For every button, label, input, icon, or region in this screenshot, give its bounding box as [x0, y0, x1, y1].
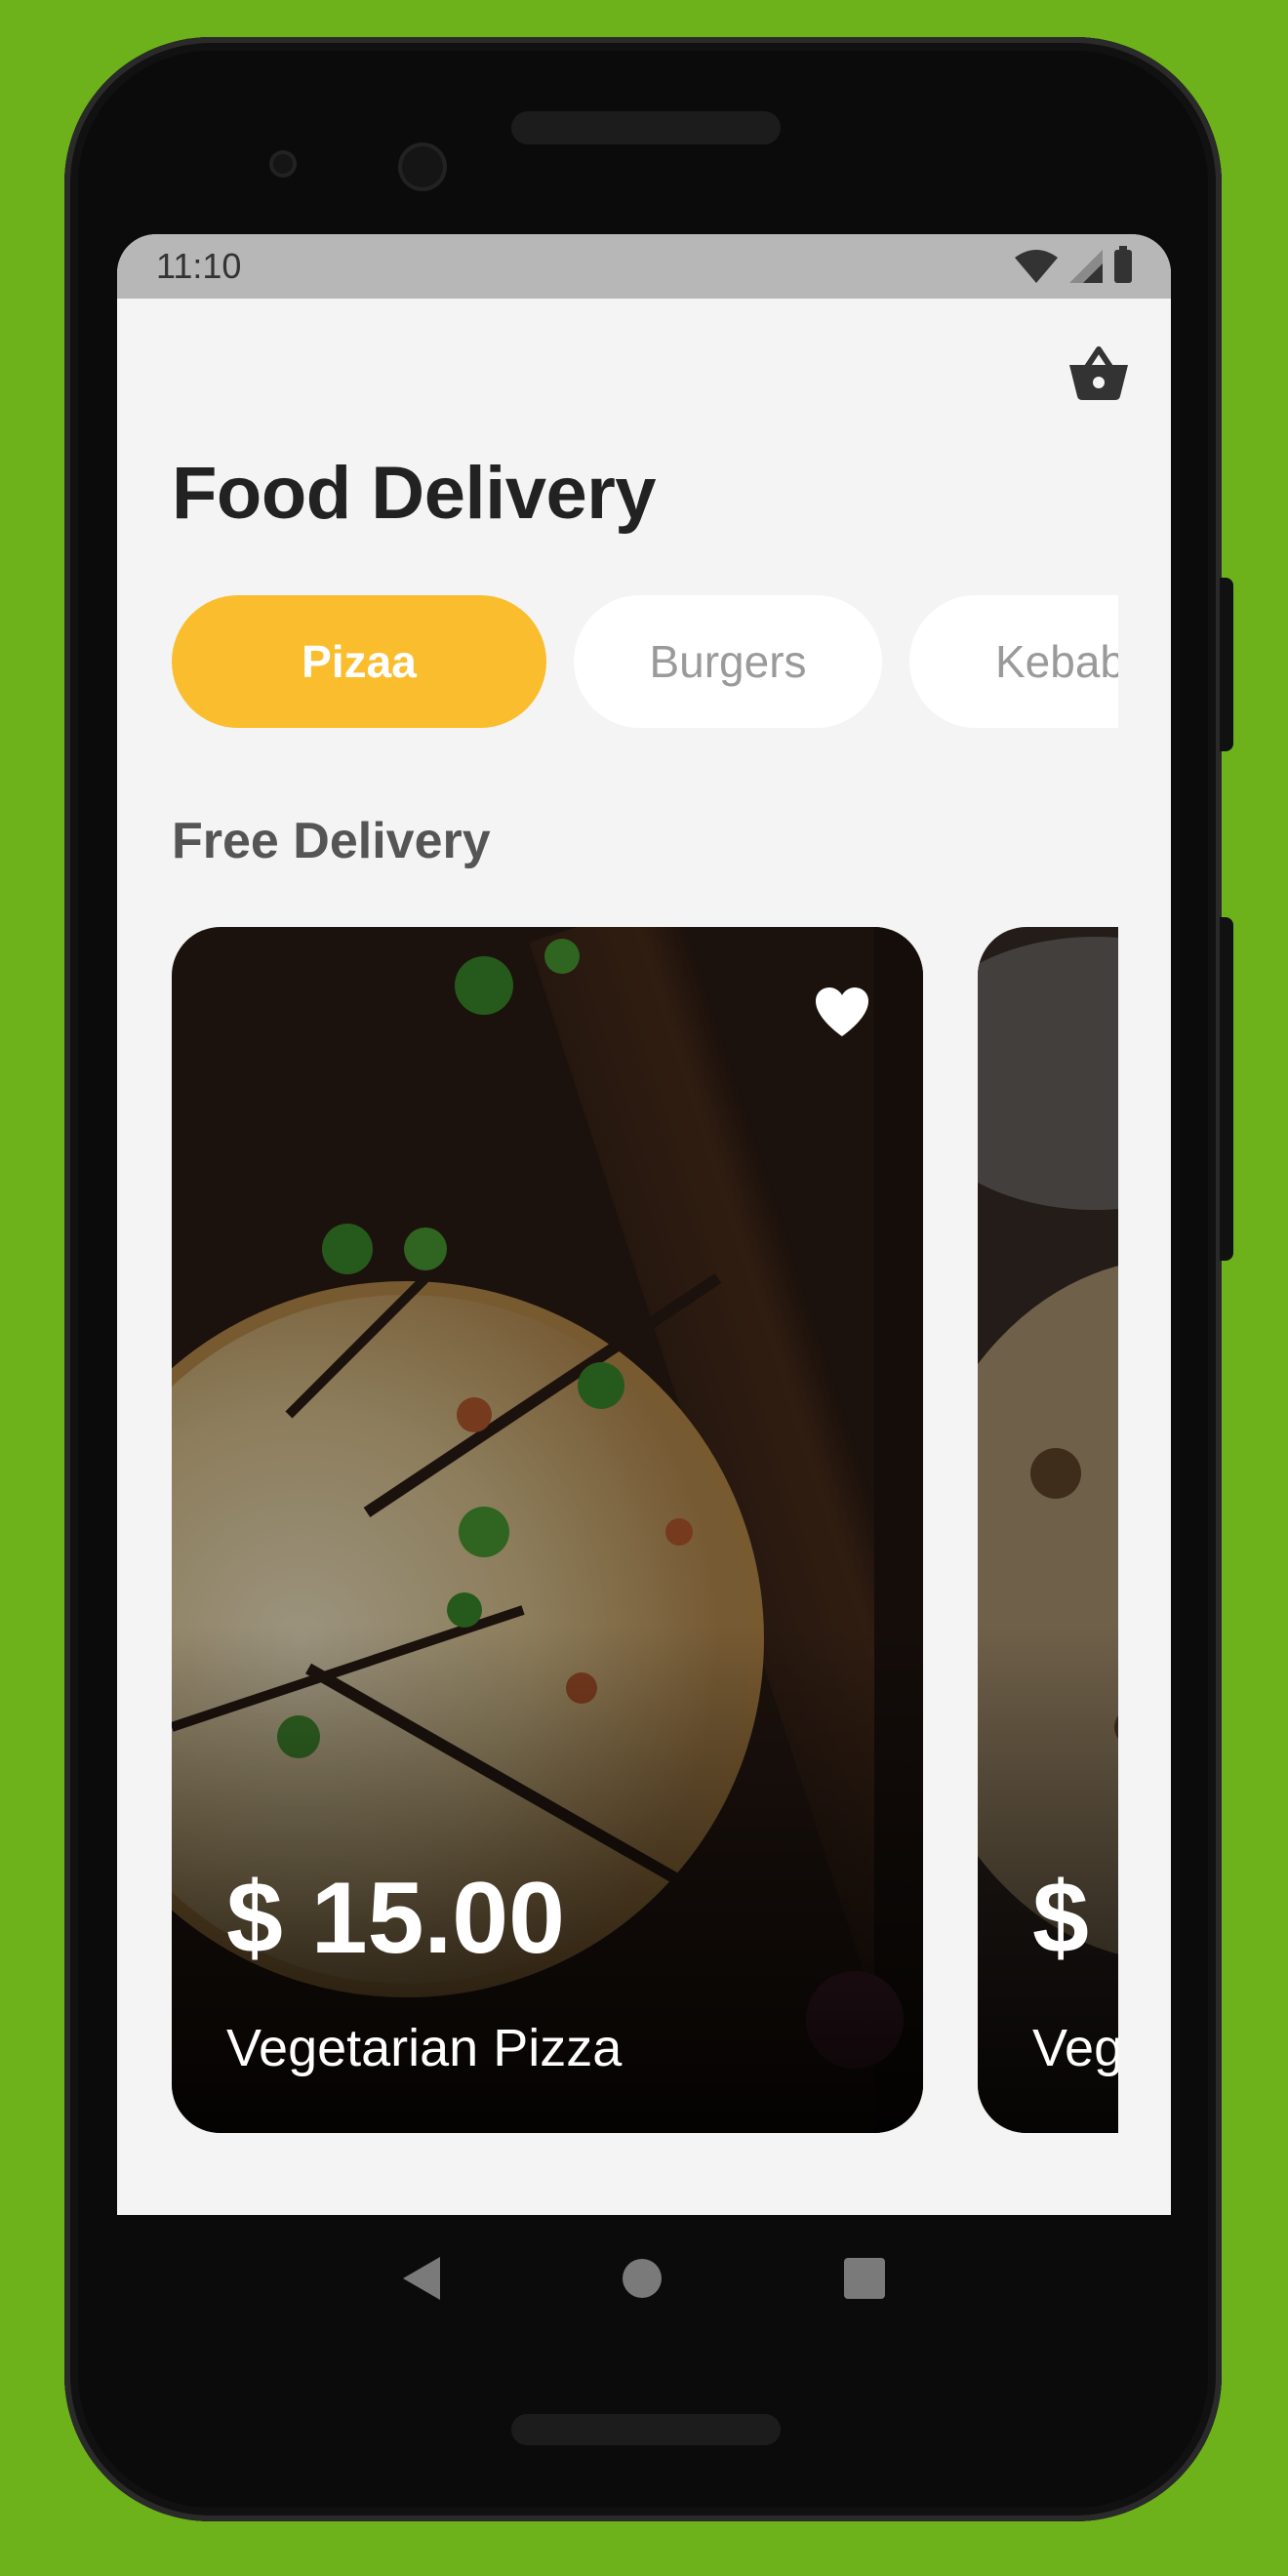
front-sensor	[269, 150, 297, 178]
favorite-heart-icon[interactable]	[814, 986, 870, 1038]
category-chip-burgers[interactable]: Burgers	[574, 595, 882, 728]
battery-icon	[1114, 246, 1132, 283]
category-chip-pizza[interactable]: Pizaa	[172, 595, 546, 728]
recents-icon[interactable]	[843, 2258, 885, 2299]
signal-icon	[1069, 250, 1103, 283]
food-card[interactable]: $ Veg	[978, 927, 1118, 2133]
volume-button	[1220, 917, 1233, 1261]
wifi-icon	[1015, 250, 1058, 283]
back-icon[interactable]	[403, 2257, 441, 2300]
system-nav-bar	[117, 2215, 1171, 2342]
power-button	[1220, 578, 1233, 751]
category-chips: Pizaa Burgers Kebab	[172, 595, 1118, 732]
card-price: $ 15.00	[226, 1862, 565, 1975]
card-title: Vegetarian Pizza	[226, 2019, 623, 2077]
bottom-speaker	[511, 2414, 781, 2445]
status-time: 11:10	[156, 246, 242, 286]
basket-icon	[1069, 346, 1128, 400]
cart-button[interactable]	[1067, 342, 1130, 404]
card-title: Veg	[1032, 2019, 1118, 2077]
earpiece-speaker	[511, 111, 781, 144]
category-chip-kebab[interactable]: Kebab	[909, 595, 1118, 728]
app-screen: 11:10 Food Delivery Pizaa Burgers Kebab …	[117, 234, 1171, 2215]
status-icons	[1015, 246, 1132, 283]
home-icon[interactable]	[622, 2259, 662, 2298]
food-card[interactable]: $ 15.00 Vegetarian Pizza	[172, 927, 923, 2133]
front-camera	[398, 142, 447, 191]
card-price: $	[1032, 1862, 1089, 1975]
section-title: Free Delivery	[172, 813, 491, 869]
status-bar: 11:10	[117, 234, 1171, 299]
food-card-list: $ 15.00 Vegetarian Pizza $ Veg	[172, 927, 1118, 2133]
page-title: Food Delivery	[172, 452, 657, 535]
